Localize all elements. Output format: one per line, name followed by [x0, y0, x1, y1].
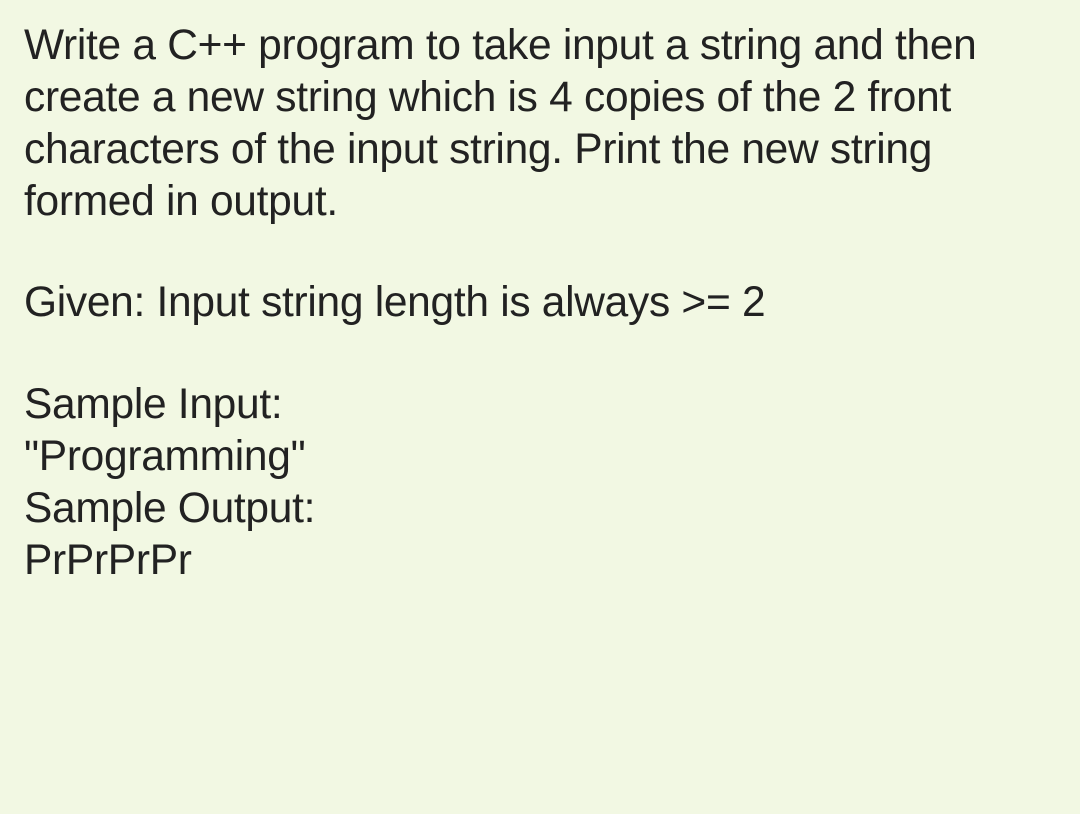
sample-input-label: Sample Input: — [24, 379, 1056, 431]
sample-output-label: Sample Output: — [24, 483, 1056, 535]
sample-output-value: PrPrPrPr — [24, 535, 1056, 587]
problem-description-text: Write a C++ program to take input a stri… — [24, 22, 977, 225]
problem-constraint: Given: Input string length is always >= … — [24, 277, 1056, 329]
problem-description: Write a C++ program to take input a stri… — [24, 20, 1056, 227]
problem-sample: Sample Input: "Programming" Sample Outpu… — [24, 379, 1056, 586]
sample-input-value: "Programming" — [24, 431, 1056, 483]
problem-constraint-text: Given: Input string length is always >= … — [24, 279, 765, 326]
